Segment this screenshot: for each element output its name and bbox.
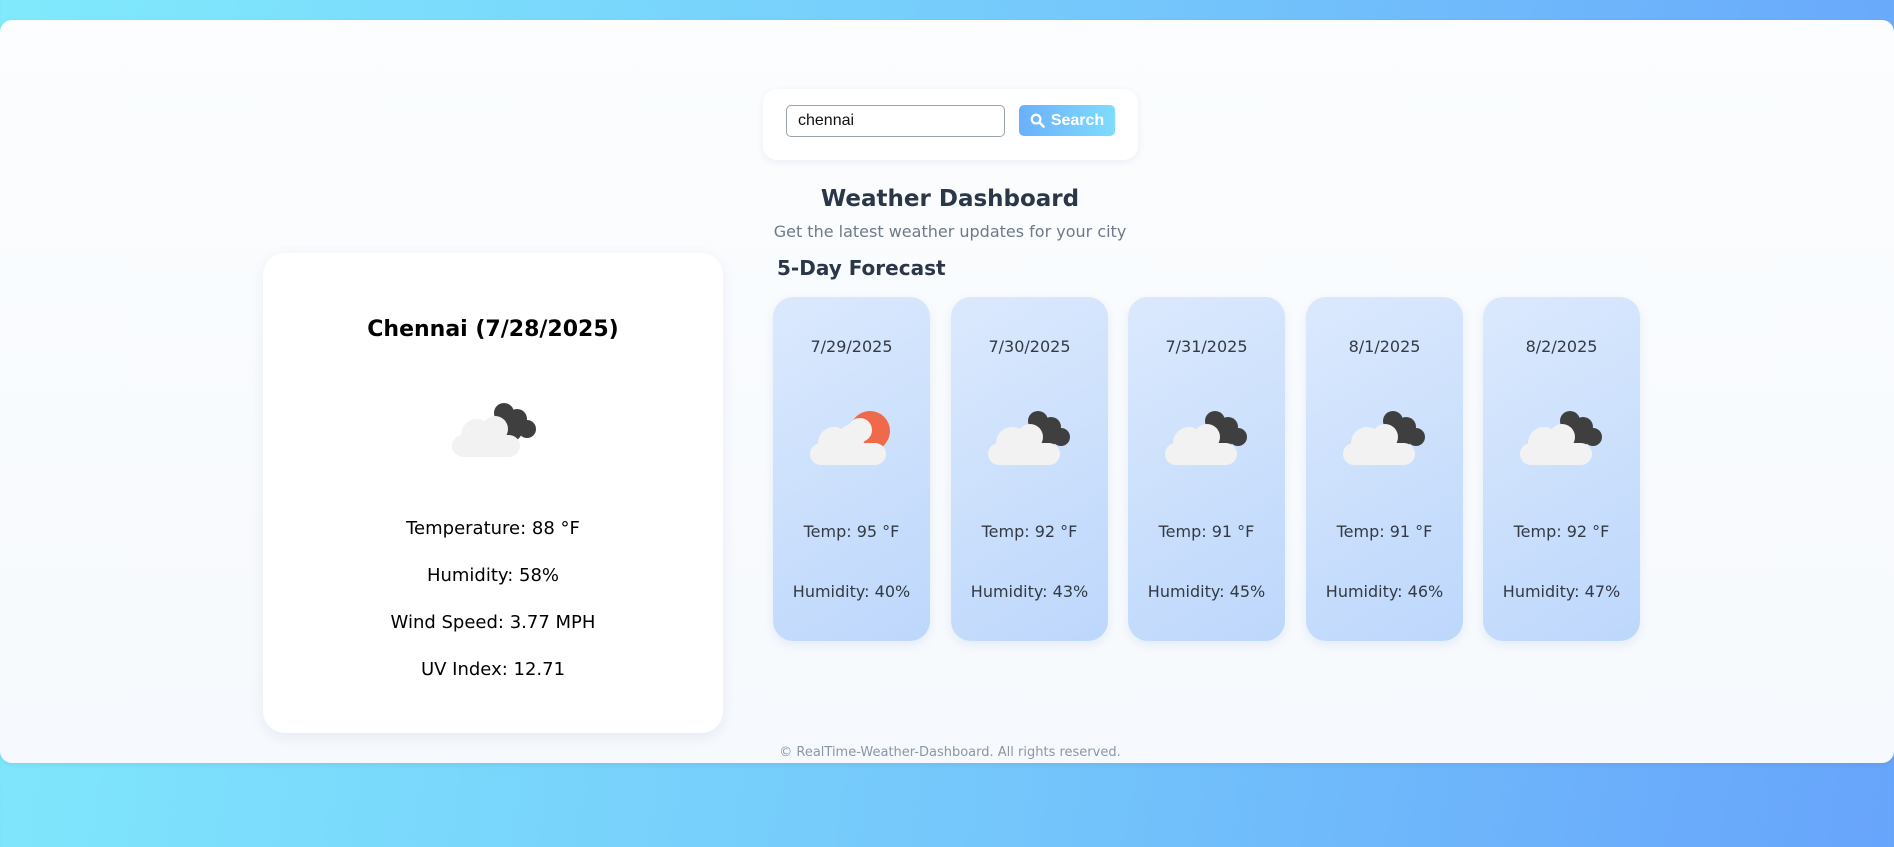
cloudy-night-icon — [1520, 409, 1604, 471]
search-bar: Search — [763, 89, 1138, 160]
forecast-card: 7/31/2025 Temp: 91 °F Humidity: 45% — [1128, 297, 1285, 641]
current-uv-index: UV Index: 12.71 — [420, 659, 566, 680]
current-temperature: Temperature: 88 °F — [406, 518, 580, 539]
forecast-date: 7/29/2025 — [810, 337, 893, 356]
current-city-date: Chennai (7/28/2025) — [367, 317, 619, 342]
forecast-card: 8/1/2025 Temp: 91 °F Humidity: 46% — [1306, 297, 1463, 641]
forecast-temp: Temp: 91 °F — [1336, 522, 1433, 541]
footer-copyright: © RealTime-Weather-Dashboard. All rights… — [779, 745, 1121, 760]
forecast-date: 7/31/2025 — [1165, 337, 1248, 356]
forecast-card: 7/30/2025 Temp: 92 °F Humidity: 43% — [951, 297, 1108, 641]
cloudy-night-icon — [988, 409, 1072, 471]
forecast-date: 8/2/2025 — [1525, 337, 1598, 356]
forecast-temp: Temp: 92 °F — [1513, 522, 1610, 541]
search-input[interactable] — [786, 105, 1005, 137]
current-humidity: Humidity: 58% — [426, 565, 560, 586]
search-button[interactable]: Search — [1019, 105, 1115, 136]
forecast-humidity: Humidity: 46% — [1325, 582, 1444, 601]
cloudy-night-icon — [1343, 409, 1427, 471]
forecast-heading: 5-Day Forecast — [777, 256, 946, 280]
forecast-humidity: Humidity: 43% — [970, 582, 1089, 601]
current-weather-card: Chennai (7/28/2025) Temperature: 88 °F H… — [263, 253, 723, 733]
search-button-label: Search — [1050, 111, 1105, 129]
partly-cloudy-sun-icon — [810, 409, 894, 471]
forecast-card: 7/29/2025 Temp: 95 °F Humidity: 40% — [773, 297, 930, 641]
main-panel: Search Weather Dashboard Get the latest … — [0, 20, 1894, 763]
forecast-humidity: Humidity: 47% — [1502, 582, 1621, 601]
search-icon — [1030, 113, 1045, 128]
forecast-humidity: Humidity: 45% — [1147, 582, 1266, 601]
forecast-temp: Temp: 91 °F — [1158, 522, 1255, 541]
forecast-humidity: Humidity: 40% — [792, 582, 911, 601]
forecast-date: 7/30/2025 — [988, 337, 1071, 356]
page-subtitle: Get the latest weather updates for your … — [773, 222, 1127, 241]
forecast-date: 8/1/2025 — [1348, 337, 1421, 356]
current-wind-speed: Wind Speed: 3.77 MPH — [390, 612, 596, 633]
forecast-card: 8/2/2025 Temp: 92 °F Humidity: 47% — [1483, 297, 1640, 641]
cloudy-night-icon — [449, 399, 539, 463]
forecast-temp: Temp: 95 °F — [803, 522, 900, 541]
cloudy-night-icon — [1165, 409, 1249, 471]
forecast-temp: Temp: 92 °F — [981, 522, 1078, 541]
page-title: Weather Dashboard — [820, 186, 1080, 212]
